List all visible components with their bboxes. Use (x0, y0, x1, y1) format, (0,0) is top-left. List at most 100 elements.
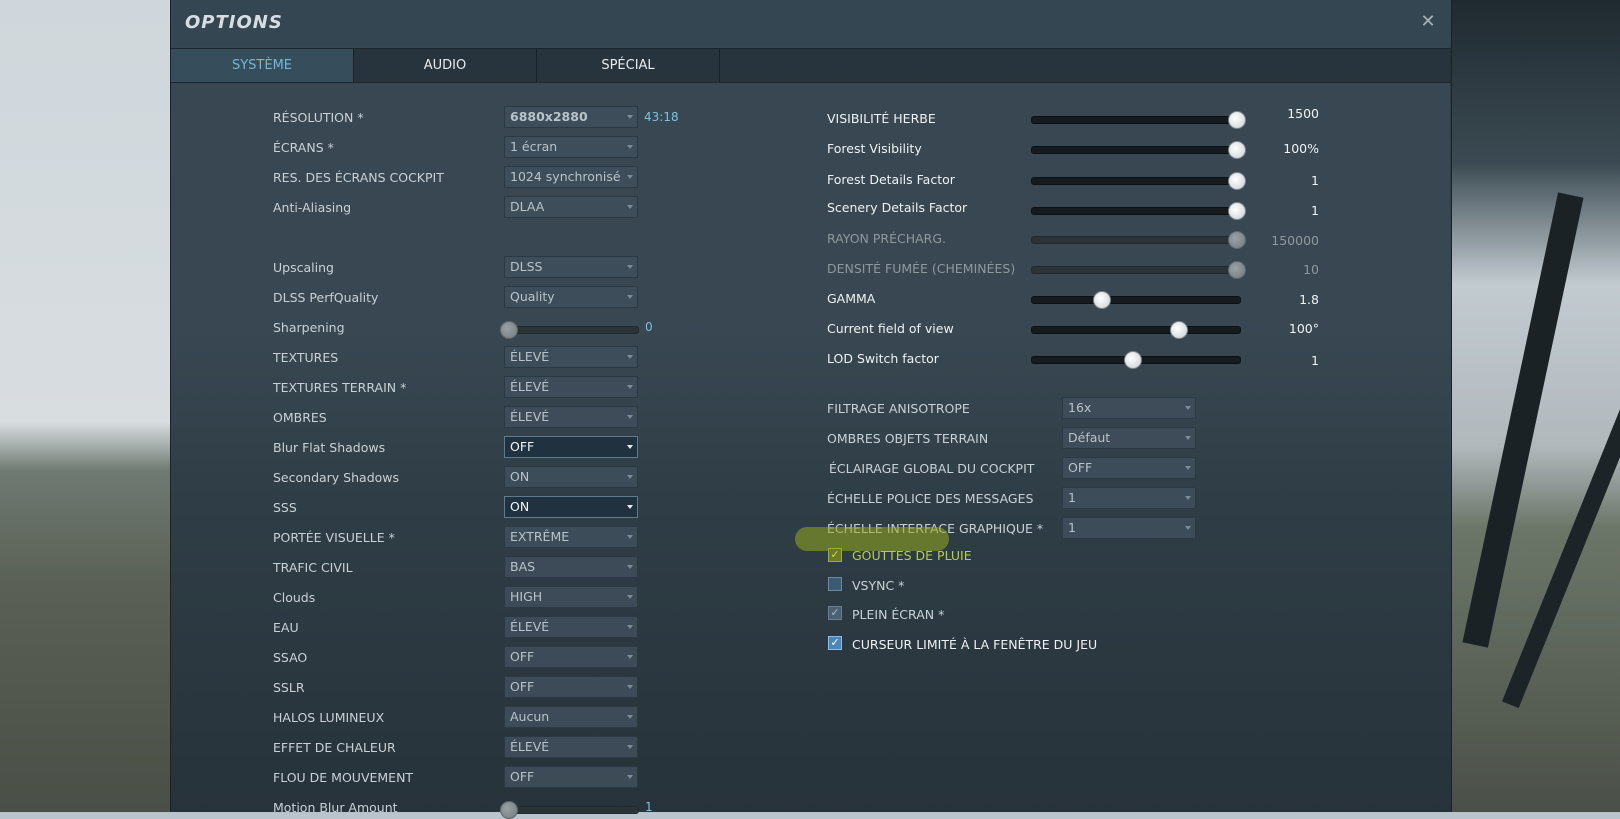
preload-radius-slider[interactable] (1031, 231, 1246, 249)
anti-aliasing-label: Anti-Aliasing (273, 200, 352, 215)
sss-label: SSS (273, 500, 297, 515)
dlss-quality-value: Quality (510, 289, 555, 304)
close-icon[interactable]: ✕ (1417, 11, 1439, 33)
window-title: OPTIONS (185, 12, 283, 33)
cursor-confine-checkbox[interactable]: ✓ (828, 636, 842, 650)
chevron-down-icon (627, 685, 633, 689)
motion-blur-value: OFF (510, 769, 535, 784)
tab-audio[interactable]: AUDIO (354, 49, 537, 82)
fov-label: Current field of view (827, 321, 954, 336)
sss-select[interactable]: ON (504, 496, 638, 518)
aniso-select[interactable]: 16x (1062, 397, 1196, 419)
sslr-select[interactable]: OFF (504, 676, 638, 698)
heat-blur-select[interactable]: ÉLEVÉ (504, 736, 638, 758)
cockpit-res-select[interactable]: 1024 synchronisé (504, 166, 638, 188)
chevron-down-icon (627, 505, 633, 509)
motion-blur-label: FLOU DE MOUVEMENT (273, 770, 414, 785)
visual-range-select[interactable]: EXTRÊME (504, 526, 638, 548)
screens-label: ÉCRANS * (273, 140, 334, 155)
chevron-down-icon (627, 385, 633, 389)
options-panel: OPTIONS ✕ SYSTÈME AUDIO SPÉCIAL RÉSOLUTI… (170, 0, 1452, 819)
civil-traffic-select[interactable]: BAS (504, 556, 638, 578)
message-font-scale-select[interactable]: 1 (1062, 487, 1196, 509)
shadows-value: ÉLEVÉ (510, 409, 550, 424)
gui-scale-value: 1 (1068, 520, 1076, 535)
textures-label: TEXTURES (273, 350, 339, 365)
anti-aliasing-select[interactable]: DLAA (504, 196, 638, 218)
blur-flat-shadows-value: OFF (510, 439, 535, 454)
lod-value: 1 (1311, 353, 1319, 368)
secondary-shadows-select[interactable]: ON (504, 466, 638, 488)
fullscreen-checkbox[interactable]: ✓ (828, 606, 842, 620)
motion-blur-amount-label: Motion Blur Amount (273, 800, 398, 815)
chevron-down-icon (627, 625, 633, 629)
slider-knob[interactable] (1169, 321, 1188, 339)
chevron-down-icon (1185, 406, 1191, 410)
civil-traffic-label: TRAFIC CIVIL (273, 560, 353, 575)
clouds-select[interactable]: HIGH (504, 586, 638, 608)
lod-slider[interactable] (1031, 351, 1241, 369)
dlss-quality-select[interactable]: Quality (504, 286, 638, 308)
terrain-textures-select[interactable]: ÉLEVÉ (504, 376, 638, 398)
message-font-scale-value: 1 (1068, 490, 1076, 505)
terrain-textures-value: ÉLEVÉ (510, 379, 550, 394)
chevron-down-icon (627, 445, 633, 449)
terrain-object-shadows-select[interactable]: Défaut (1062, 427, 1196, 449)
sharpening-slider[interactable] (500, 321, 639, 339)
lens-effects-label: HALOS LUMINEUX (273, 710, 385, 725)
ssao-select[interactable]: OFF (504, 646, 638, 668)
preload-radius-value: 150000 (1271, 233, 1319, 248)
shadows-select[interactable]: ÉLEVÉ (504, 406, 638, 428)
resolution-label: RÉSOLUTION * (273, 110, 364, 125)
slider-knob[interactable] (1092, 291, 1111, 309)
lens-effects-select[interactable]: Aucun (504, 706, 638, 728)
chevron-down-icon (627, 205, 633, 209)
forest-visibility-label: Forest Visibility (827, 141, 922, 156)
terrain-object-shadows-value: Défaut (1068, 430, 1111, 445)
slider-knob[interactable] (500, 801, 518, 819)
sharpening-value: 0 (645, 320, 653, 334)
grass-value: 1500 (1287, 106, 1319, 121)
gamma-label: GAMMA (827, 291, 876, 306)
scenery-details-slider[interactable] (1031, 202, 1246, 220)
heat-blur-value: ÉLEVÉ (510, 739, 550, 754)
forest-visibility-slider[interactable] (1031, 141, 1246, 159)
vsync-label: VSYNC * (852, 578, 905, 593)
chevron-down-icon (627, 565, 633, 569)
gamma-slider[interactable] (1031, 291, 1241, 309)
fov-slider[interactable] (1031, 321, 1241, 339)
vsync-checkbox[interactable] (828, 577, 842, 591)
blur-flat-shadows-select[interactable]: OFF (504, 436, 638, 458)
ssao-value: OFF (510, 649, 535, 664)
motion-blur-select[interactable]: OFF (504, 766, 638, 788)
textures-select[interactable]: ÉLEVÉ (504, 346, 638, 368)
shadows-label: OMBRES (273, 410, 327, 425)
chevron-down-icon (627, 775, 633, 779)
smoke-density-slider[interactable] (1031, 261, 1246, 279)
tab-special[interactable]: SPÉCIAL (537, 49, 720, 82)
sharpening-label: Sharpening (273, 320, 345, 335)
anti-aliasing-value: DLAA (510, 199, 545, 214)
gui-scale-select[interactable]: 1 (1062, 517, 1196, 539)
motion-blur-amount-slider[interactable] (500, 801, 639, 819)
forest-details-value: 1 (1311, 173, 1319, 188)
tab-systeme[interactable]: SYSTÈME (171, 49, 354, 82)
fov-value: 100° (1288, 321, 1319, 336)
chevron-down-icon (1185, 436, 1191, 440)
upscaling-select[interactable]: DLSS (504, 256, 638, 278)
rain-drops-checkbox[interactable]: ✓ (828, 548, 842, 562)
message-font-scale-label: ÉCHELLE POLICE DES MESSAGES (827, 491, 1034, 506)
slider-knob[interactable] (500, 321, 518, 339)
textures-value: ÉLEVÉ (510, 349, 550, 364)
chevron-down-icon (627, 715, 633, 719)
grass-slider[interactable] (1031, 111, 1246, 129)
slider-knob[interactable] (1123, 351, 1142, 369)
screens-select[interactable]: 1 écran (504, 136, 638, 158)
cockpit-gi-select[interactable]: OFF (1062, 457, 1196, 479)
chevron-down-icon (627, 295, 633, 299)
chevron-down-icon (1185, 496, 1191, 500)
resolution-select[interactable]: 6880x2880 (504, 106, 638, 128)
scenery-details-label: Scenery Details Factor (827, 200, 968, 215)
water-select[interactable]: ÉLEVÉ (504, 616, 638, 638)
forest-details-slider[interactable] (1031, 172, 1246, 190)
